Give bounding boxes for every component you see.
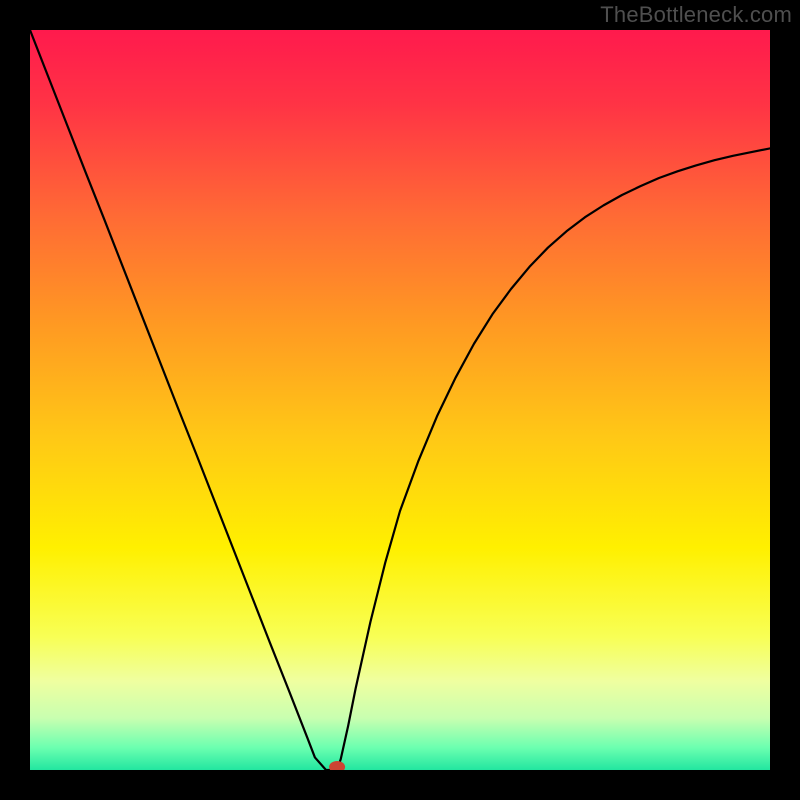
- plot-area: [30, 30, 770, 770]
- chart-background: [30, 30, 770, 770]
- chart-frame: TheBottleneck.com: [0, 0, 800, 800]
- chart-svg: [30, 30, 770, 770]
- watermark-text: TheBottleneck.com: [600, 2, 792, 28]
